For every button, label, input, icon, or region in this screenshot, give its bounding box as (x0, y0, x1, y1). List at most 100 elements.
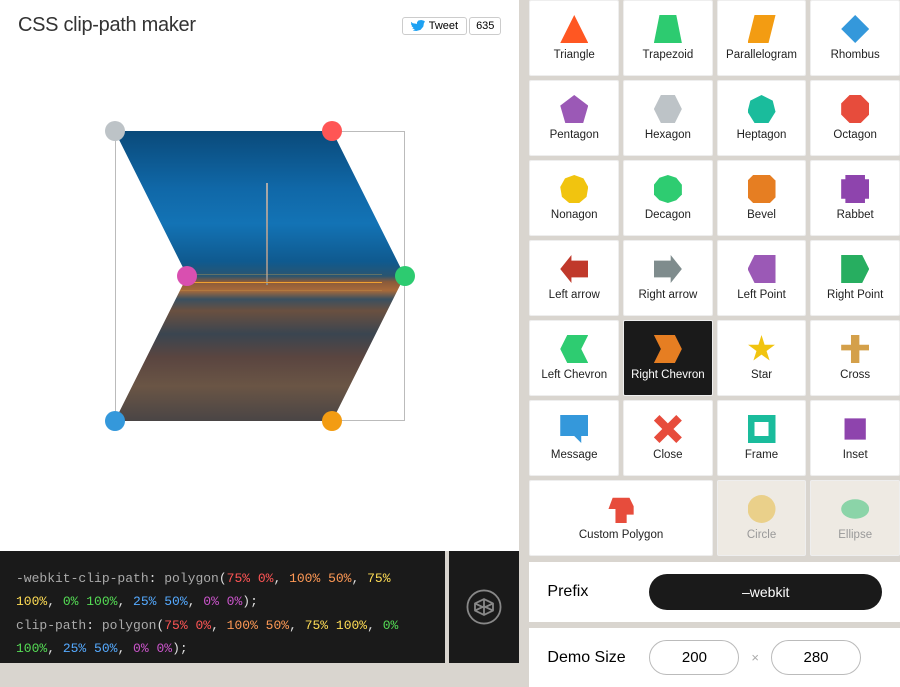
shape-label: Hexagon (645, 129, 691, 141)
shape-label: Bevel (747, 209, 776, 221)
shape-icon (841, 415, 869, 443)
shape-label: Pentagon (550, 129, 599, 141)
shape-icon (841, 15, 869, 43)
shape-label: Trapezoid (643, 49, 694, 61)
shape-label: Heptagon (737, 129, 787, 141)
shape-label: Custom Polygon (579, 529, 663, 541)
prefix-toggle[interactable]: –webkit (649, 574, 882, 610)
shape-tile-star[interactable]: Star (717, 320, 807, 396)
shape-tile-rhombus[interactable]: Rhombus (810, 0, 900, 76)
clip-handle[interactable] (322, 411, 342, 431)
shape-tile-close[interactable]: Close (623, 400, 713, 476)
shape-tile-cross[interactable]: Cross (810, 320, 900, 396)
shape-label: Frame (745, 449, 778, 461)
shape-icon (560, 255, 588, 283)
shape-tile-message[interactable]: Message (529, 400, 619, 476)
width-input[interactable] (649, 640, 739, 675)
page-title: CSS clip-path maker (18, 14, 196, 37)
shape-icon (560, 335, 588, 363)
shape-tile-right-arrow[interactable]: Right arrow (623, 240, 713, 316)
shape-tile-hexagon[interactable]: Hexagon (623, 80, 713, 156)
shape-tile-left-chevron[interactable]: Left Chevron (529, 320, 619, 396)
shape-icon (748, 335, 776, 363)
prefix-label: Prefix (547, 583, 637, 601)
shape-label: Right Chevron (631, 369, 705, 381)
tweet-count: 635 (469, 17, 501, 35)
shape-label: Message (551, 449, 598, 461)
shape-tile-frame[interactable]: Frame (717, 400, 807, 476)
shape-icon (748, 255, 776, 283)
shape-icon (841, 495, 869, 523)
shape-icon (560, 95, 588, 123)
tweet-button[interactable]: Tweet (402, 17, 467, 35)
shape-icon (654, 95, 682, 123)
shape-label: Nonagon (551, 209, 598, 221)
clip-handle[interactable] (395, 266, 415, 286)
shape-icon (560, 415, 588, 443)
shape-label: Star (751, 369, 772, 381)
shape-tile-right-chevron[interactable]: Right Chevron (623, 320, 713, 396)
shape-tile-left-arrow[interactable]: Left arrow (529, 240, 619, 316)
shape-tile-pentagon[interactable]: Pentagon (529, 80, 619, 156)
clip-handle[interactable] (177, 266, 197, 286)
shape-tile-decagon[interactable]: Decagon (623, 160, 713, 236)
shape-icon (654, 255, 682, 283)
shape-icon (841, 335, 869, 363)
shape-icon (748, 175, 776, 203)
shape-tile-left-point[interactable]: Left Point (717, 240, 807, 316)
shape-label: Rhombus (831, 49, 880, 61)
shape-icon (748, 495, 776, 523)
shape-tile-triangle[interactable]: Triangle (529, 0, 619, 76)
clipbox-wrap[interactable] (115, 131, 405, 421)
clip-handle[interactable] (105, 121, 125, 141)
shape-label: Left Chevron (541, 369, 607, 381)
shape-icon (654, 335, 682, 363)
shape-icon (607, 495, 635, 523)
shape-icon (748, 15, 776, 43)
css-output[interactable]: -webkit-clip-path: polygon(75% 0%, 100% … (0, 551, 445, 663)
shape-tile-bevel[interactable]: Bevel (717, 160, 807, 236)
shape-tile-nonagon[interactable]: Nonagon (529, 160, 619, 236)
shape-label: Rabbet (837, 209, 874, 221)
shape-icon (654, 415, 682, 443)
shape-label: Left arrow (549, 289, 600, 301)
clip-handle[interactable] (322, 121, 342, 141)
clip-handle[interactable] (105, 411, 125, 431)
shape-label: Right arrow (638, 289, 697, 301)
shape-label: Right Point (827, 289, 883, 301)
height-input[interactable] (771, 640, 861, 675)
shape-label: Triangle (554, 49, 595, 61)
shape-icon (654, 175, 682, 203)
shape-icon (841, 255, 869, 283)
shape-tile-parallelogram[interactable]: Parallelogram (717, 0, 807, 76)
shape-tile-heptagon[interactable]: Heptagon (717, 80, 807, 156)
shape-icon (560, 175, 588, 203)
shape-tile-ellipse: Ellipse (810, 480, 900, 556)
shapes-grid: Triangle Trapezoid Parallelogram Rhombus Pen… (529, 0, 900, 556)
shape-tile-right-point[interactable]: Right Point (810, 240, 900, 316)
shape-icon (654, 15, 682, 43)
shape-label: Decagon (645, 209, 691, 221)
shape-tile-custom-polygon[interactable]: Custom Polygon (529, 480, 712, 556)
shape-tile-octagon[interactable]: Octagon (810, 80, 900, 156)
shape-icon (841, 95, 869, 123)
shape-icon (748, 415, 776, 443)
shape-tile-inset[interactable]: Inset (810, 400, 900, 476)
app-header: CSS clip-path maker Tweet 635 (0, 0, 519, 51)
shape-label: Circle (747, 529, 776, 541)
shape-icon (841, 175, 869, 203)
shape-label: Inset (843, 449, 868, 461)
codepen-icon (466, 589, 502, 625)
shape-icon (748, 95, 776, 123)
shape-icon (560, 15, 588, 43)
shape-tile-trapezoid[interactable]: Trapezoid (623, 0, 713, 76)
shape-label: Close (653, 449, 682, 461)
codepen-button[interactable] (449, 551, 519, 663)
shape-label: Cross (840, 369, 870, 381)
demo-size-row: Demo Size × (529, 628, 900, 687)
shape-label: Octagon (833, 129, 876, 141)
shape-tile-rabbet[interactable]: Rabbet (810, 160, 900, 236)
shape-label: Parallelogram (726, 49, 797, 61)
preview-canvas (0, 51, 519, 551)
shape-label: Left Point (737, 289, 786, 301)
